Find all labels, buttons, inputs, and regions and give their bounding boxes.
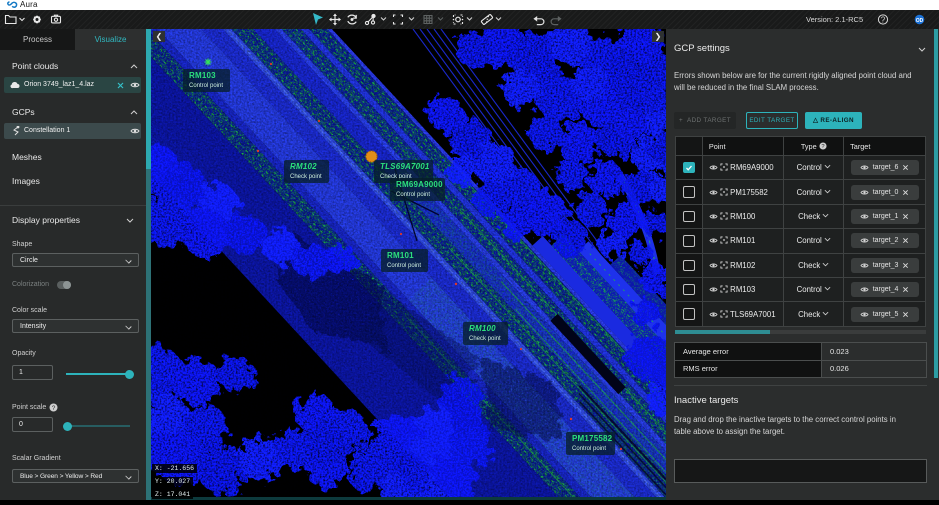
svg-text:OD: OD <box>916 18 924 24</box>
svg-text:?: ? <box>821 144 824 150</box>
svg-text:?: ? <box>881 16 886 25</box>
svg-text:?: ? <box>52 405 56 412</box>
